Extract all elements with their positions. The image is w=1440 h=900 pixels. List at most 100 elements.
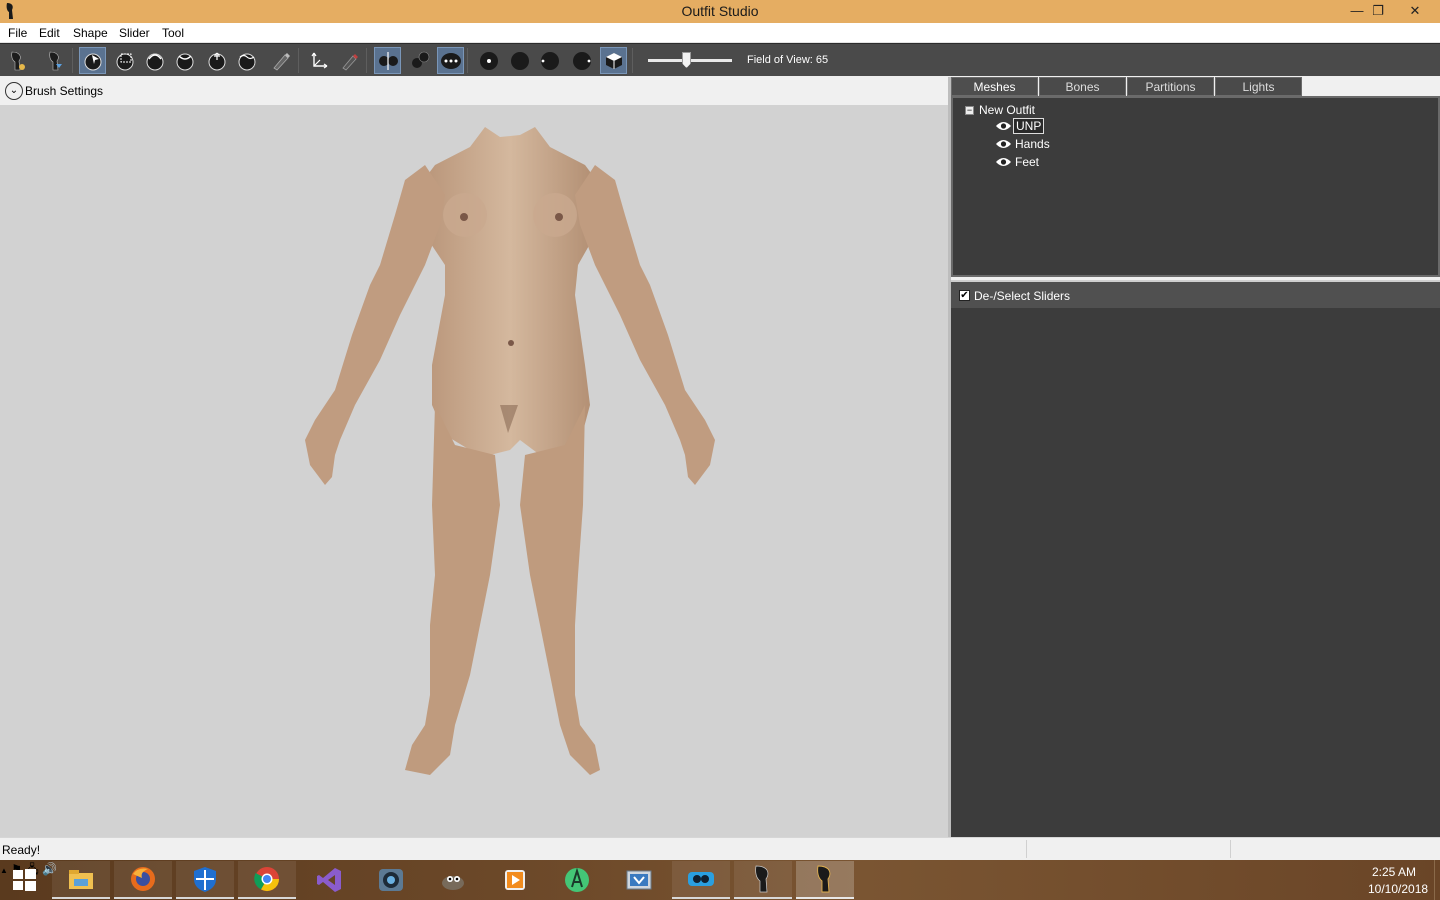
mesh-item-hands[interactable]: Hands (995, 136, 1052, 152)
toolbar-separator (632, 48, 633, 73)
toolbar-separator (467, 48, 468, 73)
taskbar-defender[interactable] (176, 861, 234, 899)
taskbar-firefox[interactable] (114, 861, 172, 899)
taskbar: ▲ ⚑ 🖧 🔊 2:25 AM 10/10/2018 (0, 860, 1440, 900)
status-divider (1026, 840, 1027, 858)
tab-meshes[interactable]: Meshes (951, 77, 1038, 96)
taskbar-media-player[interactable] (486, 861, 544, 899)
clock-time[interactable]: 2:25 AM (1372, 865, 1416, 879)
eye-visibility-icon[interactable] (995, 120, 1012, 132)
taskbar-android-studio[interactable] (548, 861, 606, 899)
fov-slider-thumb[interactable] (682, 52, 691, 68)
mesh-item-unp[interactable]: UNP (995, 118, 1045, 134)
inflate-brush-button[interactable] (141, 47, 168, 74)
global-brush-button[interactable] (437, 47, 464, 74)
taskbar-outfit-studio[interactable] (734, 861, 792, 899)
select-brush-button[interactable] (79, 47, 106, 74)
brush-settings-header[interactable]: ⌄ Brush Settings (0, 77, 948, 105)
cube-view-button[interactable] (600, 47, 627, 74)
firefox-icon (131, 867, 155, 891)
texture-view-button[interactable] (568, 47, 595, 74)
move-brush-button[interactable] (203, 47, 230, 74)
transform-button[interactable] (305, 47, 332, 74)
tab-partitions[interactable]: Partitions (1127, 77, 1214, 96)
menu-file[interactable]: File (8, 26, 27, 40)
menu-edit[interactable]: Edit (39, 26, 60, 40)
chevron-down-icon[interactable]: ⌄ (5, 82, 23, 100)
eye-visibility-icon[interactable] (995, 138, 1012, 150)
right-panel: Meshes Bones Partitions Lights − New Out… (951, 77, 1440, 837)
outfit-studio-window-icon (817, 865, 831, 893)
smooth-brush-button[interactable] (233, 47, 260, 74)
title-bar: Outfit Studio — ❐ ✕ (0, 0, 1440, 23)
collapse-toggle-icon[interactable]: − (965, 106, 974, 115)
deflate-brush-button[interactable] (171, 47, 198, 74)
lighting-view-button[interactable] (536, 47, 563, 74)
menu-slider[interactable]: Slider (119, 26, 150, 40)
new-project-icon (10, 51, 25, 70)
lighting-view-icon (540, 51, 559, 70)
transform-icon (311, 52, 327, 68)
deflate-brush-icon (176, 53, 193, 70)
clock-date[interactable]: 10/10/2018 (1368, 882, 1428, 896)
weight-brush-button[interactable] (267, 47, 294, 74)
brush-settings-label: Brush Settings (25, 84, 104, 98)
windows-defender-icon (194, 867, 216, 892)
select-sliders-label: De-/Select Sliders (974, 289, 1071, 303)
taskbar-file-explorer[interactable] (52, 861, 110, 899)
global-brush-icon (440, 52, 461, 69)
menu-tool[interactable]: Tool (162, 26, 184, 40)
mesh-tree: − New Outfit UNP Hands Feet (951, 96, 1440, 277)
taskbar-camera-app[interactable] (362, 861, 420, 899)
mask-brush-icon (116, 53, 133, 70)
android-studio-icon (565, 867, 589, 892)
connected-only-button[interactable] (406, 47, 433, 74)
menu-bar: File Edit Shape Slider Tool (0, 23, 1440, 43)
toolbar-separator (72, 48, 73, 73)
select-sliders-checkbox[interactable]: ✔ (959, 290, 970, 301)
mesh-item-feet[interactable]: Feet (995, 154, 1041, 170)
tab-lights[interactable]: Lights (1215, 77, 1302, 96)
pencil-icon (341, 53, 358, 71)
toolbar-separator (298, 48, 299, 73)
taskbar-gimp[interactable] (424, 861, 482, 899)
taskbar-cloud-app[interactable] (672, 861, 730, 899)
show-desktop-button[interactable] (1434, 860, 1440, 900)
x-mirror-button[interactable] (374, 47, 401, 74)
select-brush-icon (84, 53, 101, 70)
sliders-list (951, 308, 1440, 837)
start-button[interactable] (0, 861, 48, 899)
3d-viewport[interactable] (0, 105, 948, 837)
media-player-icon (505, 870, 525, 890)
taskbar-chrome[interactable] (238, 861, 296, 899)
pencil-button[interactable] (335, 47, 362, 74)
mesh-label: Feet (1015, 155, 1040, 169)
weight-brush-icon (272, 52, 290, 71)
window-title: Outfit Studio (681, 3, 759, 19)
taskbar-virtual-machine[interactable] (610, 861, 668, 899)
restore-button[interactable]: ❐ (1363, 0, 1393, 23)
new-project-button[interactable] (3, 47, 30, 74)
visual-studio-icon (317, 868, 341, 892)
eye-visibility-icon[interactable] (995, 156, 1012, 168)
fov-label: Field of View: 65 (747, 54, 829, 66)
tree-root-outfit[interactable]: New Outfit (979, 103, 1035, 117)
taskbar-outfit-studio-window[interactable] (796, 861, 854, 899)
camera-app-icon (379, 869, 403, 891)
menu-shape[interactable]: Shape (73, 26, 108, 40)
x-mirror-icon (378, 51, 398, 70)
wireframe-view-button[interactable] (506, 47, 533, 74)
wireframe-view-icon (510, 51, 529, 70)
vertex-view-button[interactable] (475, 47, 502, 74)
mask-brush-button[interactable] (111, 47, 138, 74)
sliders-header: ✔ De-/Select Sliders (951, 280, 1440, 308)
connected-only-icon (411, 51, 429, 68)
load-project-button[interactable] (41, 47, 68, 74)
virtual-machine-icon (626, 870, 652, 890)
load-project-icon (48, 51, 62, 70)
gimp-icon (442, 876, 464, 890)
close-button[interactable]: ✕ (1400, 0, 1430, 23)
body-mesh-model (305, 127, 715, 775)
taskbar-visual-studio[interactable] (300, 861, 358, 899)
tab-bones[interactable]: Bones (1039, 77, 1126, 96)
